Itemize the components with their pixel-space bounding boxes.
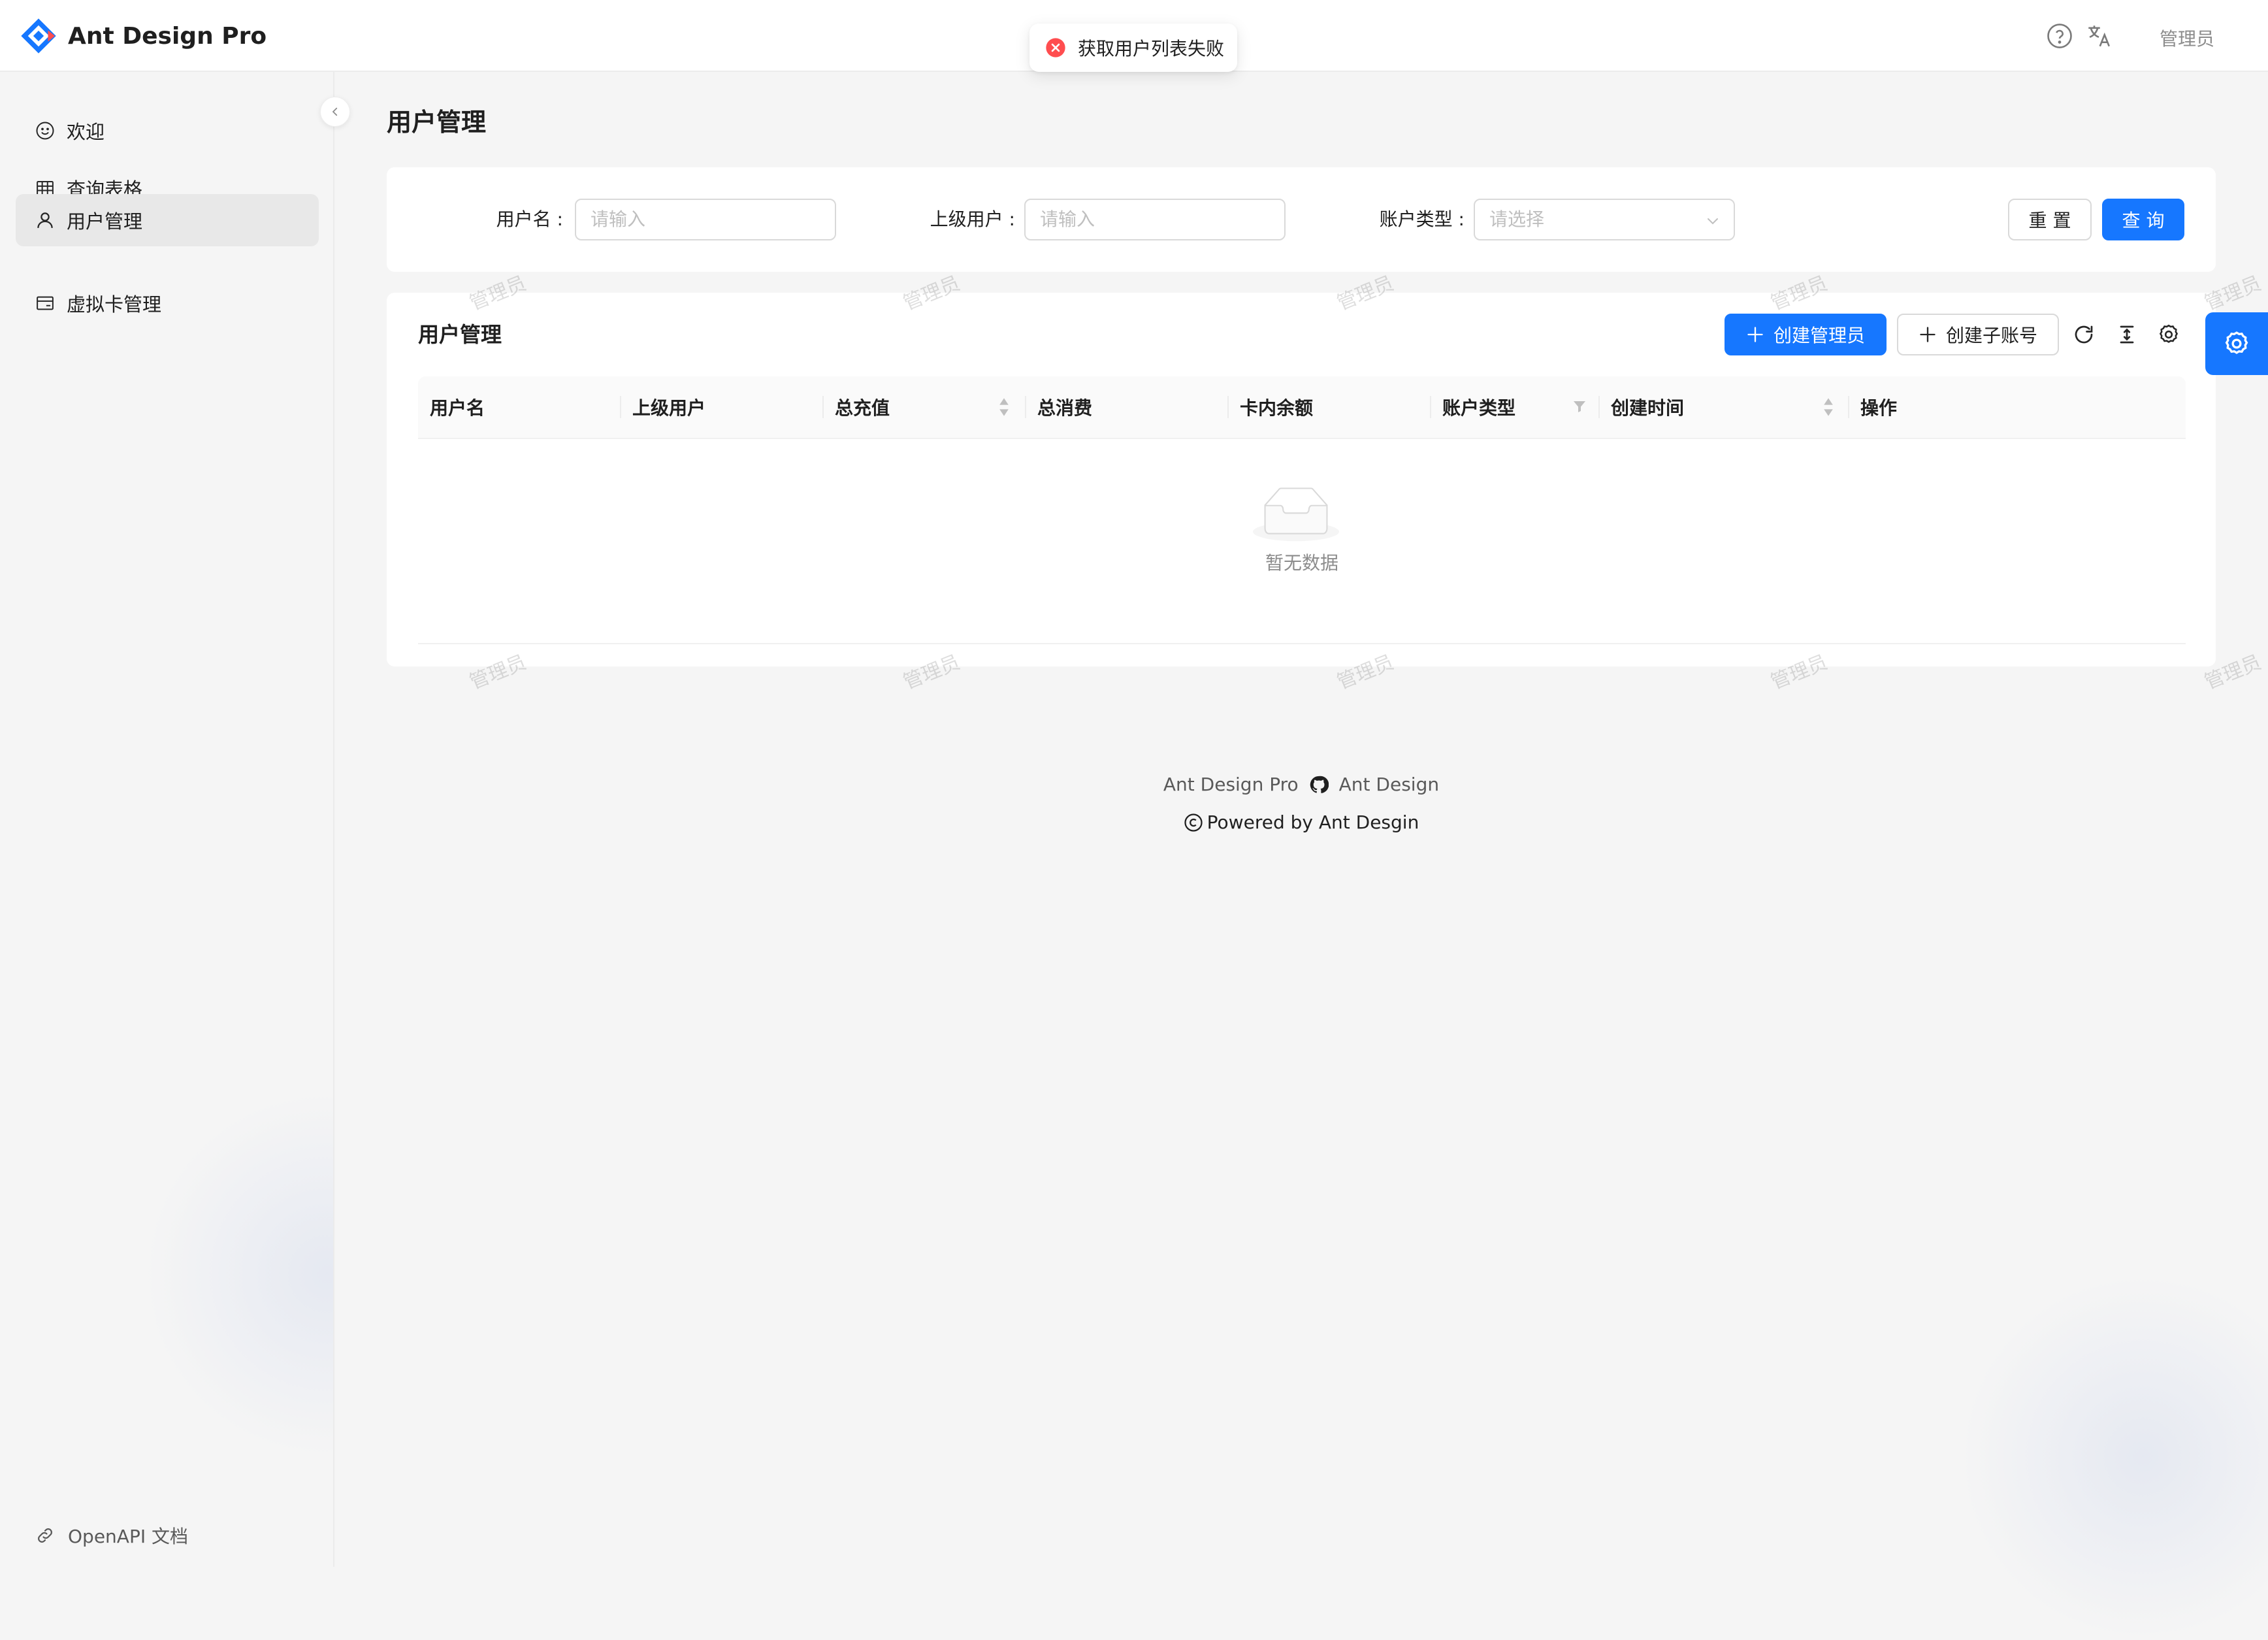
sort-icon[interactable] [998, 396, 1010, 418]
account-type-select[interactable]: 请选择 [1474, 199, 1735, 240]
openapi-doc-link[interactable]: OpenAPI 文档 [35, 1522, 188, 1549]
header-username[interactable]: 管理员 [2160, 25, 2214, 54]
chevron-left-icon [332, 107, 338, 116]
sidebar-item-label: 欢迎 [67, 121, 105, 143]
column-height-icon[interactable] [2115, 323, 2139, 346]
create-admin-label: 创建管理员 [1773, 325, 1865, 346]
column-header-total-recharge[interactable]: 总充值 [823, 376, 1026, 438]
username-label: 用户名 : [496, 208, 563, 230]
error-message-toast: 获取用户列表失败 [1029, 24, 1237, 72]
app-title[interactable]: Ant Design Pro [68, 20, 267, 54]
background-decoration [1960, 1274, 2268, 1640]
footer-copyright: Powered by Ant Desgin [0, 812, 2268, 833]
column-header-total-consumption: 总消费 [1037, 397, 1093, 419]
sidebar-item-user-management[interactable]: 用户管理 [16, 194, 319, 246]
search-form-card: 用户名 : 请输入 上级用户 : 请输入 账户类型 : 请选择 重 置 查 询 [387, 167, 2216, 272]
settings-drawer-button[interactable] [2205, 312, 2268, 375]
column-header-parent-user: 上级用户 [632, 397, 706, 419]
user-icon [37, 212, 53, 228]
toast-text: 获取用户列表失败 [1078, 38, 1225, 59]
link-icon [38, 1528, 52, 1543]
close-circle-icon [1046, 38, 1065, 57]
credit-card-icon [37, 296, 54, 310]
github-icon[interactable] [1309, 775, 1329, 795]
column-header-actions: 操作 [1860, 397, 1898, 419]
sidebar-collapse-button[interactable] [320, 97, 350, 127]
query-button[interactable]: 查 询 [2102, 199, 2184, 240]
footer-links: Ant Design Pro Ant Design [0, 774, 2268, 795]
setting-icon[interactable] [2157, 323, 2180, 346]
copyright-icon [1184, 813, 1203, 832]
sidebar-item-virtual-card[interactable]: 虚拟卡管理 [16, 277, 319, 329]
background-decoration [144, 1091, 333, 1457]
create-sub-account-button[interactable]: 创建子账号 [1897, 314, 2059, 355]
sidebar-item-label: 用户管理 [67, 210, 143, 233]
parent-user-input[interactable]: 请输入 [1024, 199, 1286, 240]
account-type-placeholder: 请选择 [1489, 208, 1545, 230]
table-title: 用户管理 [418, 322, 502, 347]
create-sub-account-label: 创建子账号 [1945, 325, 2037, 346]
translation-icon[interactable] [2085, 22, 2113, 50]
table-card: 用户管理 创建管理员 创建子账号 用户名 上级用户 总充值 总消费 卡内余额 账… [387, 293, 2216, 666]
username-input[interactable]: 请输入 [575, 199, 836, 240]
openapi-doc-label: OpenAPI 文档 [68, 1526, 188, 1547]
ant-design-logo-icon[interactable] [20, 17, 57, 55]
filter-icon[interactable] [1572, 399, 1587, 414]
sidebar-item-welcome[interactable]: 欢迎 [16, 105, 319, 157]
reset-button[interactable]: 重 置 [2008, 199, 2092, 240]
sidebar-item-label: 虚拟卡管理 [67, 293, 162, 316]
column-header-username: 用户名 [430, 397, 485, 419]
sort-icon[interactable] [1822, 396, 1834, 418]
page-title: 用户管理 [387, 108, 487, 137]
create-admin-button[interactable]: 创建管理员 [1725, 314, 1887, 355]
question-circle-icon[interactable] [2046, 22, 2073, 50]
copyright-text: Powered by Ant Desgin [1207, 812, 1419, 833]
reload-icon[interactable] [2072, 323, 2096, 346]
smile-icon [36, 122, 54, 140]
column-header-created-time[interactable]: 创建时间 [1599, 376, 1849, 438]
account-type-label: 账户类型 : [1379, 208, 1465, 230]
plus-icon [1747, 327, 1763, 342]
empty-text: 暂无数据 [1265, 552, 1338, 574]
column-header-card-balance: 卡内余额 [1240, 397, 1314, 419]
plus-icon [1920, 327, 1936, 342]
footer-link-ant-design[interactable]: Ant Design [1339, 774, 1439, 795]
chevron-down-icon [1708, 218, 1718, 225]
footer-link-ant-design-pro[interactable]: Ant Design Pro [1163, 774, 1299, 795]
parent-user-label: 上级用户 : [930, 208, 1015, 230]
table-empty-state: 暂无数据 [418, 438, 2186, 644]
table-header: 用户名 上级用户 总充值 总消费 卡内余额 账户类型 创建时间 操作 [418, 376, 2186, 439]
empty-inbox-icon [1253, 487, 1339, 542]
setting-icon [2225, 331, 2248, 354]
